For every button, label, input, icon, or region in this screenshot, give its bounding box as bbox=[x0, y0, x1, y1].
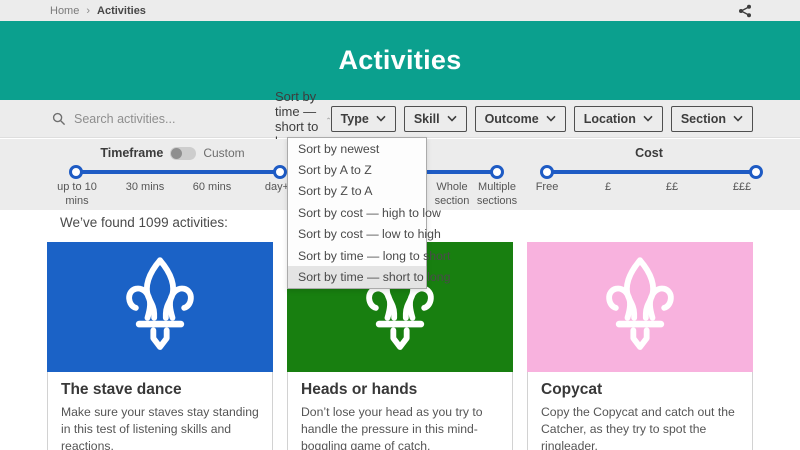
filter-bar: Sort by time — short to long Type Skill … bbox=[0, 89, 800, 149]
timeframe-filter-group: Timeframe Custom up to 10 mins 30 mins 60 … bbox=[57, 139, 289, 210]
filter-button[interactable]: Outcome bbox=[474, 105, 566, 132]
sort-menu-item[interactable]: Sort by time — long to short bbox=[288, 245, 450, 266]
chevron-down-icon bbox=[643, 115, 653, 122]
filter-buttons: Type Skill Outcome Location Section bbox=[330, 105, 753, 132]
filter-button[interactable]: Location bbox=[573, 105, 663, 132]
filter-button[interactable]: Type bbox=[330, 105, 396, 132]
sort-menu-item[interactable]: Sort by A to Z bbox=[288, 159, 426, 180]
chevron-down-icon bbox=[376, 115, 386, 122]
card-title: Heads or hands bbox=[301, 381, 418, 398]
activity-card[interactable]: The stave dance Make sure your staves st… bbox=[47, 242, 273, 450]
timeframe-custom-toggle[interactable] bbox=[170, 146, 197, 160]
tick-label: up to 10 mins bbox=[57, 181, 97, 207]
breadcrumb-separator: › bbox=[86, 4, 91, 17]
card-image bbox=[47, 242, 273, 372]
card-description: Make sure your staves stay standing in t… bbox=[61, 405, 259, 450]
share-icon bbox=[739, 4, 751, 17]
tick-label: £ bbox=[604, 181, 612, 193]
tick-label: Free bbox=[535, 181, 559, 193]
card-description: Copy the Copycat and catch out the Catch… bbox=[541, 405, 735, 450]
filter-button-label: Skill bbox=[413, 111, 440, 126]
card-title: The stave dance bbox=[61, 381, 182, 398]
cost-label: Cost bbox=[635, 146, 663, 160]
filter-button-label: Type bbox=[340, 111, 369, 126]
sort-menu-item[interactable]: Sort by Z to A bbox=[288, 181, 426, 202]
card-title: Copycat bbox=[541, 381, 603, 398]
chevron-down-icon bbox=[546, 115, 556, 122]
page-title: Activities bbox=[338, 45, 462, 75]
results-count: We’ve found 1099 activities: bbox=[60, 215, 228, 230]
sort-menu-item[interactable]: Sort by cost — low to high bbox=[288, 224, 441, 245]
tick-label: £££ bbox=[732, 181, 752, 193]
share-button[interactable] bbox=[737, 3, 753, 19]
timeframe-slider-track[interactable] bbox=[75, 170, 280, 174]
chevron-down-icon bbox=[446, 115, 457, 122]
filter-button[interactable]: Skill bbox=[403, 105, 467, 132]
card-body: Heads or hands Don’t lose your head as y… bbox=[287, 372, 513, 450]
tick-label: ££ bbox=[665, 181, 679, 193]
cost-slider-handle-min[interactable] bbox=[540, 164, 554, 179]
scout-fleur-de-lis-icon bbox=[606, 257, 674, 350]
filter-button[interactable]: Section bbox=[670, 105, 753, 132]
sort-menu-item[interactable]: Sort by cost — high to low bbox=[288, 202, 441, 223]
timeframe-label: Timeframe bbox=[100, 146, 164, 160]
activity-card[interactable]: Copycat Copy the Copycat and catch out t… bbox=[527, 242, 753, 450]
tick-label: Multiple sections bbox=[476, 181, 518, 207]
breadcrumb-home[interactable]: Home bbox=[50, 5, 79, 17]
scout-fleur-de-lis-icon bbox=[126, 257, 194, 350]
top-bar: Home › Activities bbox=[0, 0, 800, 21]
search-box[interactable] bbox=[52, 110, 252, 127]
page-header: Activities bbox=[0, 21, 800, 100]
filter-button-label: Outcome bbox=[484, 111, 539, 126]
tick-label: 30 mins bbox=[125, 181, 165, 193]
timeframe-slider-handle-min[interactable] bbox=[69, 164, 83, 179]
card-body: Copycat Copy the Copycat and catch out t… bbox=[527, 372, 753, 450]
chevron-down-icon bbox=[733, 115, 743, 122]
toggle-knob bbox=[171, 147, 183, 159]
cost-filter-group: Cost Free £ ££ £££ bbox=[536, 139, 763, 210]
timeframe-toggle-label: Custom bbox=[203, 146, 245, 160]
search-icon bbox=[52, 112, 66, 125]
card-description: Don’t lose your head as you try to handl… bbox=[301, 405, 483, 450]
sort-dropdown-menu: Sort by newest Sort by A to Z Sort by Z … bbox=[287, 137, 450, 289]
card-image bbox=[527, 242, 753, 372]
breadcrumb-current[interactable]: Activities bbox=[97, 5, 146, 17]
sections-slider-handle-max[interactable] bbox=[490, 164, 504, 179]
timeframe-slider-handle-max[interactable] bbox=[273, 164, 287, 179]
sort-menu-item[interactable]: Sort by time — short to long bbox=[288, 266, 450, 288]
cost-slider-handle-max[interactable] bbox=[749, 164, 763, 179]
cost-slider-track[interactable] bbox=[546, 170, 756, 174]
sort-menu-item[interactable]: Sort by newest bbox=[288, 138, 426, 159]
search-input[interactable] bbox=[72, 110, 252, 127]
filter-button-label: Section bbox=[680, 111, 726, 126]
tick-label: 60 mins bbox=[192, 181, 232, 193]
filter-button-label: Location bbox=[583, 111, 636, 126]
card-body: The stave dance Make sure your staves st… bbox=[47, 372, 273, 450]
